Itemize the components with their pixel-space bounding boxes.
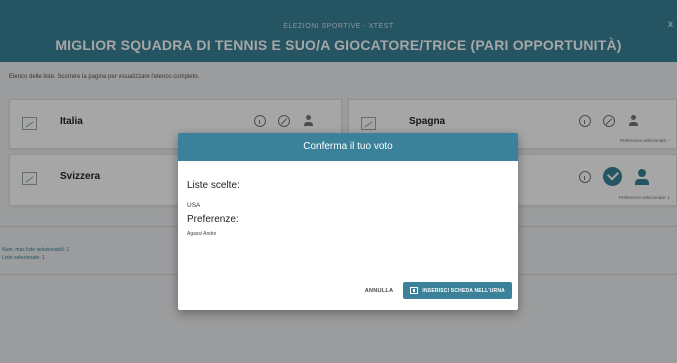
cancel-button[interactable]: ANNULLA — [363, 285, 396, 297]
submit-ballot-button[interactable]: INSERISCI SCHEDA NELL'URNA — [403, 282, 512, 299]
dialog-title: Conferma il tuo voto — [178, 133, 518, 161]
confirm-vote-dialog: Conferma il tuo voto Liste scelte: USA P… — [178, 133, 518, 310]
chosen-lists-heading: Liste scelte: — [187, 180, 240, 191]
chosen-lists-value: USA — [187, 202, 201, 209]
preferences-heading: Preferenze: — [187, 214, 239, 225]
preferences-value: Agassi Andre — [187, 231, 217, 237]
ballot-icon — [410, 287, 419, 294]
submit-ballot-label: INSERISCI SCHEDA NELL'URNA — [422, 287, 505, 294]
